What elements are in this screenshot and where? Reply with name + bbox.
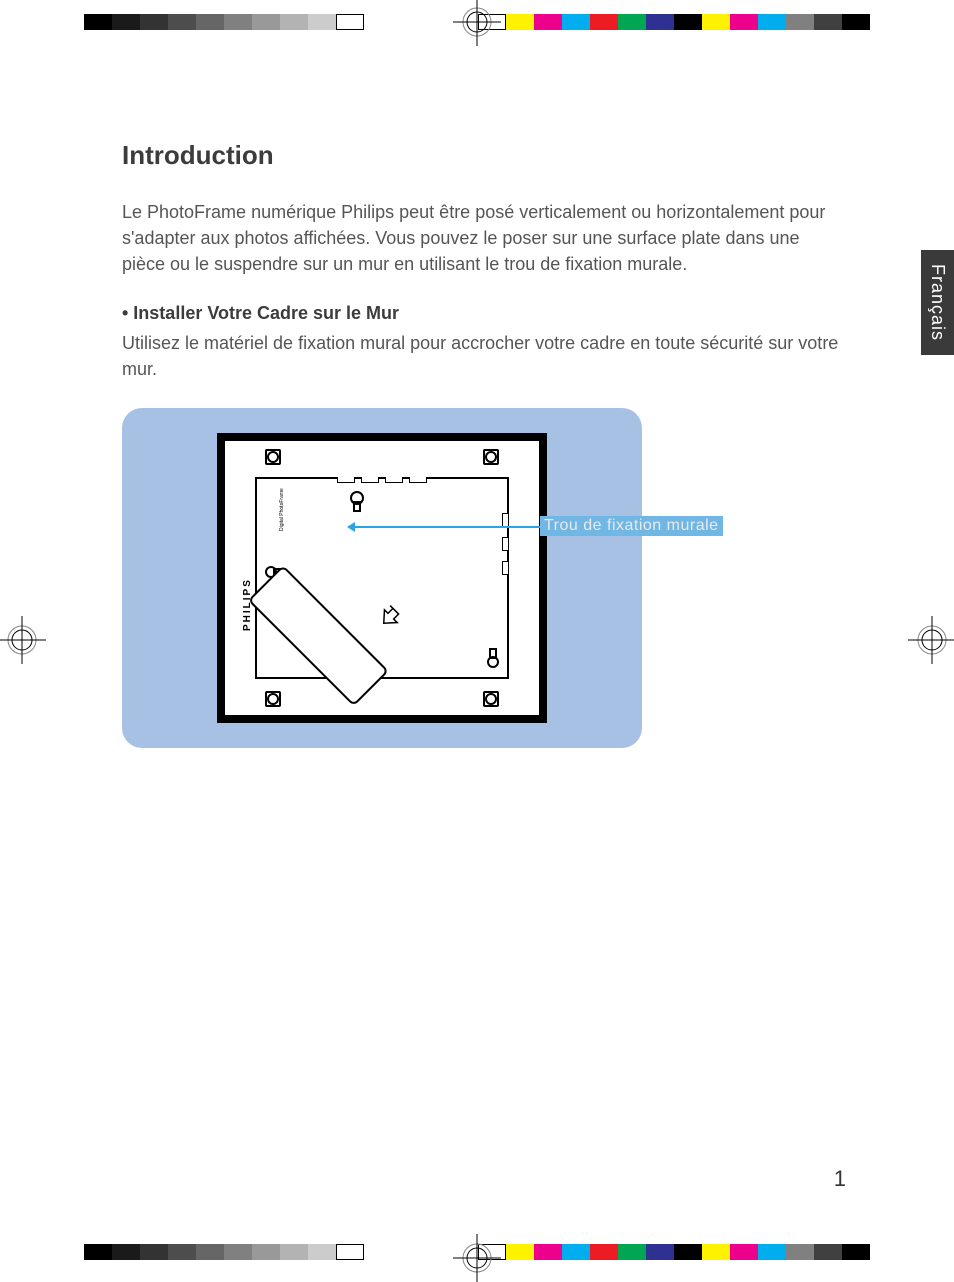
page-title: Introduction bbox=[122, 140, 854, 171]
grayscale-swatches-bottom bbox=[84, 1244, 364, 1260]
mounting-illustration: PHILIPS Digital PhotoFrame Trou de fixat… bbox=[122, 408, 642, 748]
kickstand-icon bbox=[248, 565, 389, 706]
wall-mount-keyhole-icon bbox=[349, 491, 365, 513]
photoframe-back-drawing: PHILIPS Digital PhotoFrame bbox=[217, 433, 547, 723]
section-heading: • Installer Votre Cadre sur le Mur bbox=[122, 303, 854, 324]
registration-target-icon bbox=[0, 616, 46, 664]
grayscale-swatches bbox=[84, 14, 364, 30]
color-swatches bbox=[478, 14, 870, 30]
open-arrow-icon bbox=[370, 602, 405, 637]
bottom-keyhole-icon bbox=[487, 648, 499, 673]
language-tab: Français bbox=[921, 250, 954, 355]
registration-target-icon bbox=[453, 0, 501, 46]
intro-paragraph: Le PhotoFrame numérique Philips peut êtr… bbox=[122, 199, 842, 277]
top-vent-slots bbox=[337, 477, 427, 483]
registration-target-icon bbox=[453, 1234, 501, 1282]
callout-arrow-icon bbox=[350, 526, 540, 528]
page-content: Introduction Le PhotoFrame numérique Phi… bbox=[122, 140, 854, 748]
callout-label: Trou de fixation murale bbox=[540, 516, 723, 536]
screw-icon bbox=[265, 449, 281, 465]
color-swatches-bottom bbox=[478, 1244, 870, 1260]
side-ports bbox=[502, 513, 509, 575]
screw-icon bbox=[483, 691, 499, 707]
screw-icon bbox=[483, 449, 499, 465]
screw-icon bbox=[265, 691, 281, 707]
model-tiny-label: Digital PhotoFrame bbox=[279, 489, 285, 532]
brand-text: PHILIPS bbox=[242, 579, 253, 632]
registration-target-icon bbox=[908, 616, 954, 664]
section-body: Utilisez le matériel de fixation mural p… bbox=[122, 330, 842, 382]
inner-panel: PHILIPS Digital PhotoFrame bbox=[255, 477, 509, 679]
page-number: 1 bbox=[834, 1166, 846, 1192]
